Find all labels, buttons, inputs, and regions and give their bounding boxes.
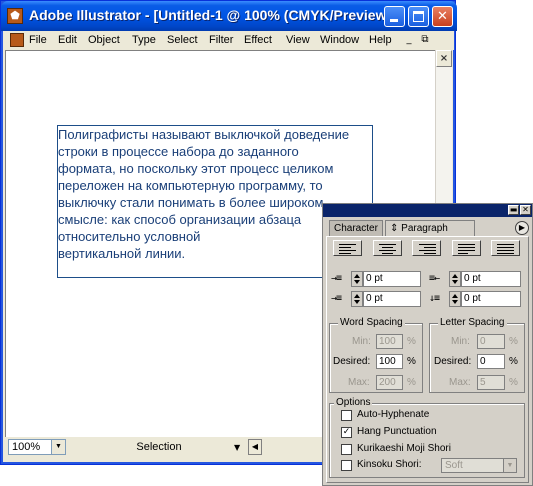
word-min-field: 100 [376, 334, 403, 349]
zoom-field[interactable]: 100% ▼ [8, 439, 66, 455]
hang-punctuation-row[interactable]: ✓ Hang Punctuation [341, 426, 501, 440]
space-before-icon: ↓≡ [429, 293, 440, 304]
letter-desired-label: Desired: [434, 356, 472, 367]
menu-select[interactable]: Select [167, 34, 198, 46]
first-line-indent-icon: →≡ [331, 293, 342, 304]
chevron-down-icon: ▼ [503, 459, 516, 472]
hang-punctuation-checkbox[interactable]: ✓ [341, 427, 352, 438]
chevron-down-icon[interactable]: ▼ [51, 440, 65, 454]
right-indent-icon: ≡← [429, 273, 440, 284]
maximize-icon [413, 11, 424, 22]
kinsoku-select-value: Soft [445, 460, 463, 471]
tab-toggle-icon: ⇕ [390, 223, 402, 234]
space-before-stepper[interactable] [449, 291, 461, 307]
options-title: Options [334, 397, 373, 408]
auto-hyphenate-row[interactable]: Auto-Hyphenate [341, 409, 501, 423]
document-minimize-icon[interactable]: _ [402, 34, 416, 47]
scroll-left-icon[interactable]: ◀ [248, 439, 262, 455]
justify-last-left-button[interactable] [452, 240, 481, 256]
kurikaeshi-row[interactable]: Kurikaeshi Moji Shori [341, 443, 501, 457]
auto-hyphenate-label: Auto-Hyphenate [357, 409, 430, 420]
letter-max-field: 5 [477, 375, 505, 390]
word-desired-field[interactable]: 100 [376, 354, 403, 369]
close-button[interactable]: ✕ [432, 6, 453, 27]
letter-min-unit: % [509, 336, 518, 347]
kinsoku-checkbox[interactable] [341, 460, 352, 471]
left-indent-row: →≡ 0 pt [331, 270, 423, 288]
menu-view[interactable]: View [286, 34, 310, 46]
word-min-unit: % [407, 336, 416, 347]
letter-spacing-title: Letter Spacing [438, 317, 507, 328]
maximize-button[interactable] [408, 6, 429, 27]
letter-min-field: 0 [477, 334, 505, 349]
tab-paragraph-label: Paragraph [401, 223, 448, 234]
window-title: Adobe Illustrator - [Untitled-1 @ 100% (… [29, 7, 400, 23]
justify-all-button[interactable] [491, 240, 520, 256]
minimize-icon [390, 19, 398, 22]
letter-min-label: Min: [451, 336, 470, 347]
minimize-button[interactable] [384, 6, 405, 27]
menu-bar: File Edit Object Type Select Filter Effe… [4, 31, 454, 50]
kurikaeshi-checkbox[interactable] [341, 444, 352, 455]
palette-close-icon[interactable]: ✕ [520, 205, 531, 215]
menu-window[interactable]: Window [320, 34, 359, 46]
menu-file[interactable]: File [29, 34, 47, 46]
menu-type[interactable]: Type [132, 34, 156, 46]
word-desired-unit: % [407, 356, 416, 367]
zoom-value: 100% [12, 441, 41, 453]
menu-object[interactable]: Object [88, 34, 120, 46]
word-spacing-title: Word Spacing [338, 317, 405, 328]
word-min-label: Min: [352, 336, 371, 347]
right-indent-field[interactable]: 0 pt [461, 271, 521, 287]
first-line-indent-field[interactable]: 0 pt [363, 291, 421, 307]
left-indent-icon: →≡ [331, 273, 342, 284]
illustrator-icon[interactable]: ⬟ [7, 8, 23, 24]
menu-filter[interactable]: Filter [209, 34, 233, 46]
paragraph-palette: ▬ ✕ Character ⇕ Paragraph ▶ →≡ 0 pt ≡← 0… [322, 203, 533, 486]
hang-punctuation-label: Hang Punctuation [357, 426, 437, 437]
align-right-button[interactable] [412, 240, 441, 256]
palette-menu-icon[interactable]: ▶ [515, 221, 529, 235]
first-line-indent-row: →≡ 0 pt [331, 290, 423, 308]
kinsoku-row[interactable]: Kinsoku Shori: [341, 459, 436, 473]
status-display[interactable]: Selection [70, 439, 248, 455]
left-indent-stepper[interactable] [351, 271, 363, 287]
tab-character[interactable]: Character [329, 220, 383, 236]
auto-hyphenate-checkbox[interactable] [341, 410, 352, 421]
document-menu-icon[interactable] [10, 33, 24, 47]
kinsoku-select: Soft ▼ [441, 458, 517, 473]
word-desired-label: Desired: [333, 356, 371, 367]
menu-effect[interactable]: Effect [244, 34, 272, 46]
close-icon: ✕ [437, 9, 448, 24]
right-indent-row: ≡← 0 pt [429, 270, 523, 288]
letter-max-unit: % [509, 377, 518, 388]
align-left-button[interactable] [333, 240, 362, 256]
kinsoku-label: Kinsoku Shori: [357, 459, 422, 470]
kurikaeshi-label: Kurikaeshi Moji Shori [357, 443, 451, 454]
word-max-unit: % [407, 377, 416, 388]
space-before-field[interactable]: 0 pt [461, 291, 521, 307]
word-max-field: 200 [376, 375, 403, 390]
letter-desired-unit: % [509, 356, 518, 367]
menu-help[interactable]: Help [369, 34, 392, 46]
tab-paragraph[interactable]: ⇕ Paragraph [385, 220, 475, 236]
palette-title-bar[interactable]: ▬ ✕ [323, 204, 532, 217]
letter-max-label: Max: [449, 377, 471, 388]
menu-edit[interactable]: Edit [58, 34, 77, 46]
palette-minimize-icon[interactable]: ▬ [508, 205, 519, 215]
word-max-label: Max: [348, 377, 370, 388]
right-indent-stepper[interactable] [449, 271, 461, 287]
letter-desired-field[interactable]: 0 [477, 354, 505, 369]
left-indent-field[interactable]: 0 pt [363, 271, 421, 287]
status-menu-chevron-icon[interactable]: ▼ [234, 443, 240, 452]
first-line-indent-stepper[interactable] [351, 291, 363, 307]
space-before-row: ↓≡ 0 pt [429, 290, 523, 308]
document-close-icon[interactable]: × [436, 50, 452, 67]
document-restore-icon[interactable]: ⧉ [418, 34, 432, 47]
align-center-button[interactable] [373, 240, 402, 256]
title-bar[interactable]: ⬟ Adobe Illustrator - [Untitled-1 @ 100%… [1, 1, 457, 31]
